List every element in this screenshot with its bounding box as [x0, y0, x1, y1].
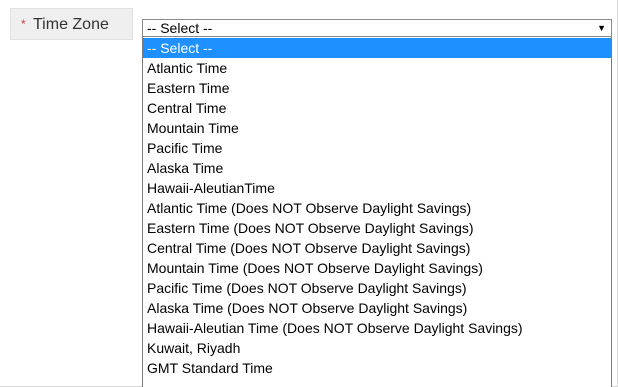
time-zone-select[interactable]: -- Select -- ▼ [142, 19, 612, 37]
dropdown-option[interactable]: Eastern Time [143, 78, 611, 98]
dropdown-option[interactable]: Atlantic Time (Does NOT Observe Daylight… [143, 198, 611, 218]
time-zone-dropdown-list[interactable]: -- Select -- Atlantic Time Eastern Time … [142, 37, 612, 387]
dropdown-option[interactable]: Eastern Time (Does NOT Observe Daylight … [143, 218, 611, 238]
dropdown-triangle-icon: ▼ [597, 23, 606, 33]
dropdown-option-select-placeholder[interactable]: -- Select -- [143, 38, 611, 58]
dropdown-option[interactable]: Pacific Time [143, 138, 611, 158]
dropdown-option[interactable]: Hawaii-Aleutian Time (Does NOT Observe D… [143, 318, 611, 338]
dropdown-option[interactable]: Mountain Time [143, 118, 611, 138]
dropdown-option[interactable]: Alaska Time (Does NOT Observe Daylight S… [143, 298, 611, 318]
dropdown-option[interactable]: Hawaii-AleutianTime [143, 178, 611, 198]
dropdown-option[interactable]: Atlantic Time [143, 58, 611, 78]
time-zone-label-cell: * Time Zone [10, 8, 133, 40]
dropdown-option[interactable]: Kuwait, Riyadh [143, 338, 611, 358]
required-asterisk: * [21, 17, 26, 31]
dropdown-option[interactable]: Pacific Time (Does NOT Observe Daylight … [143, 278, 611, 298]
dropdown-option[interactable]: Alaska Time [143, 158, 611, 178]
dropdown-option[interactable]: Mountain Time (Does NOT Observe Daylight… [143, 258, 611, 278]
time-zone-label: Time Zone [33, 16, 109, 33]
dropdown-option[interactable]: Central Time (Does NOT Observe Daylight … [143, 238, 611, 258]
dropdown-option[interactable]: Central Time [143, 98, 611, 118]
dropdown-option[interactable]: GMT Standard Time [143, 358, 611, 378]
time-zone-select-value: -- Select -- [147, 20, 213, 36]
